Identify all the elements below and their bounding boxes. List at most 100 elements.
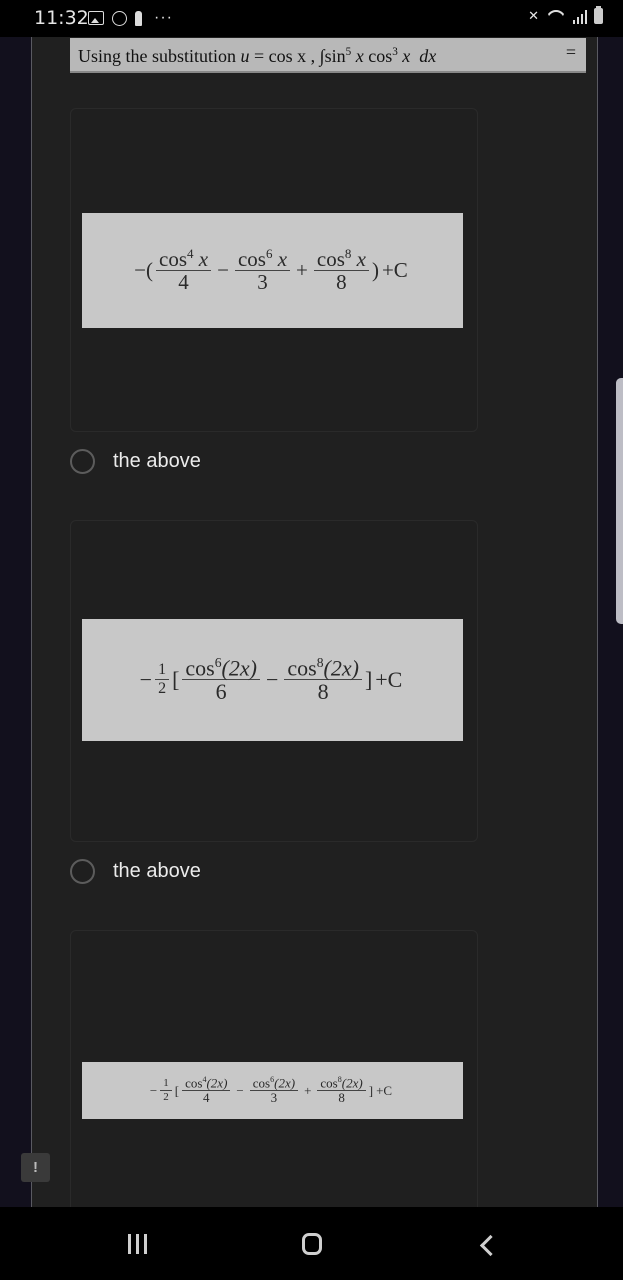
scrollbar-handle[interactable] [616,378,623,624]
option-label: the above [113,450,201,472]
status-bar: 11:32 ··· ✕ [0,0,623,37]
sin-exponent: 5 [345,46,352,58]
operator: + [304,1082,312,1098]
arg: x [198,246,209,271]
fn: cos [316,246,345,271]
question-x2: x [402,46,411,66]
coefficient: 1 2 [160,1078,172,1103]
status-time: 11:32 [34,7,89,29]
question-cos: cos [368,46,393,66]
coef-den: 2 [158,680,167,698]
answer-formula-3[interactable]: − 1 2 [ cos4(2x) 4 − cos6(2x) 3 + cos8(2… [82,1062,463,1119]
question-cosx: cos x , [268,46,316,66]
notification-icons: ··· [88,10,173,26]
question-dx: dx [419,46,437,66]
fraction-term: cos8(2x) 8 [284,654,362,705]
answer-formula-2[interactable]: − 1 2 [ cos6(2x) 6 − cos8(2x) 8 ] +C [82,619,463,741]
fraction-term: cos6(2x) 6 [182,654,260,705]
exp: 8 [316,654,324,670]
arg: (2x) [221,655,257,681]
question-sin: sin [324,46,346,66]
fraction-term: cos8 x 8 [313,245,369,294]
den: 3 [270,1089,278,1105]
arg: (2x) [323,655,359,681]
operator: − [265,667,279,692]
recent-apps-icon[interactable] [128,1234,147,1254]
arg: x [277,246,288,271]
operator: + [296,258,308,282]
answer-formula-1[interactable]: −( cos4 x 4 − cos6 x 3 + cos8 x 8 ) +C [82,213,463,328]
coef-num: 1 [155,661,170,681]
gallery-icon [88,11,104,25]
operator: − [217,258,229,282]
fn: cos [320,1075,338,1091]
exp: 4 [187,245,194,261]
close-paren: ) [371,258,379,282]
question-trailing-equals: = [565,42,576,62]
question-x1: x [355,46,364,66]
exp: 8 [344,245,352,261]
mute-icon: ✕ [528,8,539,23]
question-prefix: Using the substitution [78,46,237,66]
den: 6 [215,679,227,705]
open-bracket: [ [174,1082,180,1098]
fraction-term: cos4 x 4 [156,245,212,294]
fn: cos [185,655,215,681]
option-label: the above [113,860,201,882]
arg: (2x) [206,1075,228,1091]
arg: (2x) [341,1075,363,1091]
formula-lead: − [139,667,153,692]
question-text: Using the substitution u = cos x , ∫sin5… [70,38,586,73]
whatsapp-icon [112,10,127,26]
den: 4 [203,1089,210,1105]
system-icons: ✕ [528,6,603,24]
den: 4 [178,269,189,294]
formula-lead: −( [134,258,153,282]
open-bracket: [ [172,667,180,692]
close-bracket: ] [364,667,373,692]
fn: cos [159,246,187,271]
coefficient: 1 2 [155,661,170,698]
den: 8 [317,679,329,705]
signal-icon [573,8,587,24]
battery-icon [594,6,603,24]
den: 8 [336,269,347,294]
radio-button-1[interactable] [70,449,95,474]
constant: +C [381,258,408,282]
fraction-term: cos4(2x) 4 [182,1075,231,1105]
formula-lead: − [149,1082,158,1098]
fraction-term: cos6(2x) 3 [249,1075,299,1105]
constant: +C [375,667,403,692]
coef-num: 1 [160,1078,172,1091]
navigation-bar [0,1207,623,1280]
radio-button-2[interactable] [70,859,95,884]
fn: cos [237,246,266,271]
answer-option-1[interactable]: the above [70,449,201,474]
wifi-icon [546,10,566,24]
coef-den: 2 [163,1090,169,1103]
more-notifications-icon: ··· [154,9,173,26]
operator: − [236,1082,244,1098]
close-bracket: ] [368,1082,374,1098]
fraction-term: cos8(2x) 8 [317,1075,366,1105]
fraction-term: cos6 x 3 [234,245,291,294]
fn: cos [287,655,317,681]
arg: (2x) [274,1075,296,1091]
arg: x [356,246,366,271]
constant: +C [376,1082,393,1098]
fn: cos [252,1075,271,1091]
home-icon[interactable] [302,1233,322,1255]
exp: 6 [265,245,273,261]
back-icon[interactable] [479,1234,502,1257]
exp: 6 [214,654,222,670]
answer-option-2[interactable]: the above [70,859,201,884]
quiz-page: Using the substitution u = cos x , ∫sin5… [31,37,598,1222]
keyhole-icon [135,10,142,26]
question-u: u [240,46,250,66]
den: 8 [338,1089,345,1105]
fn: cos [185,1075,203,1091]
feedback-button[interactable]: ! [21,1153,50,1182]
den: 3 [257,269,268,294]
question-equals: = [254,46,265,66]
cos-exponent: 3 [392,46,398,58]
